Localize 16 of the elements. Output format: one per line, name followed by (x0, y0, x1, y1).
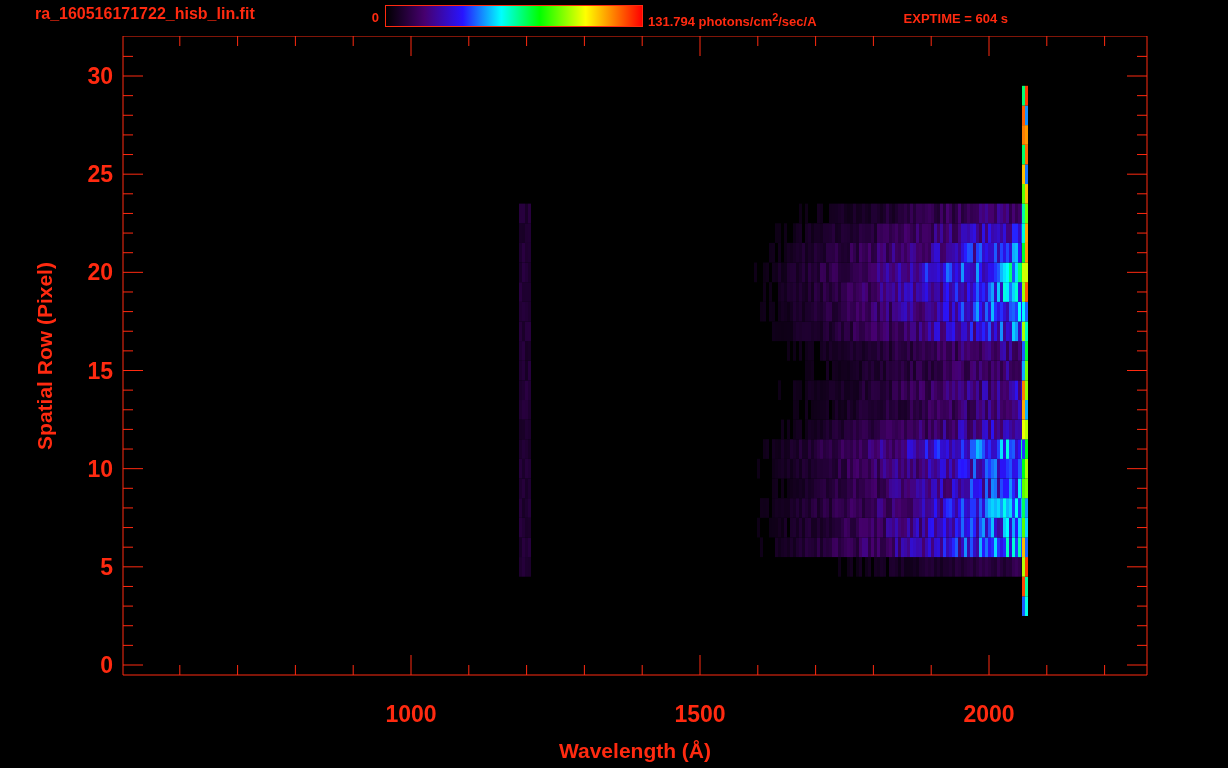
y-tick-label: 5 (100, 553, 113, 580)
x-axis-label: Wavelength (Å) (558, 739, 712, 762)
file-name: ra_160516171722_hisb_lin.fit (35, 5, 255, 23)
y-tick-label: 10 (87, 455, 113, 482)
y-tick-label: 0 (100, 652, 113, 678)
y-axis-label: Spatial Row (Pixel) (33, 262, 56, 450)
x-tick-label: 1000 (385, 701, 437, 727)
x-tick-label: 1500 (674, 701, 726, 727)
exposure-time: EXPTIME = 604 s (903, 11, 1008, 26)
y-tick-label: 20 (87, 259, 113, 286)
y-tick-label: 25 (87, 161, 113, 188)
x-tick-label: 2000 (963, 701, 1015, 727)
y-tick-label: 30 (87, 63, 113, 89)
colorbar-max-label: 131.794 photons/cm$^{2}$/sec/A (647, 11, 817, 30)
colorbar-min-label: 0 (371, 10, 379, 25)
y-tick-label: 15 (87, 357, 113, 384)
